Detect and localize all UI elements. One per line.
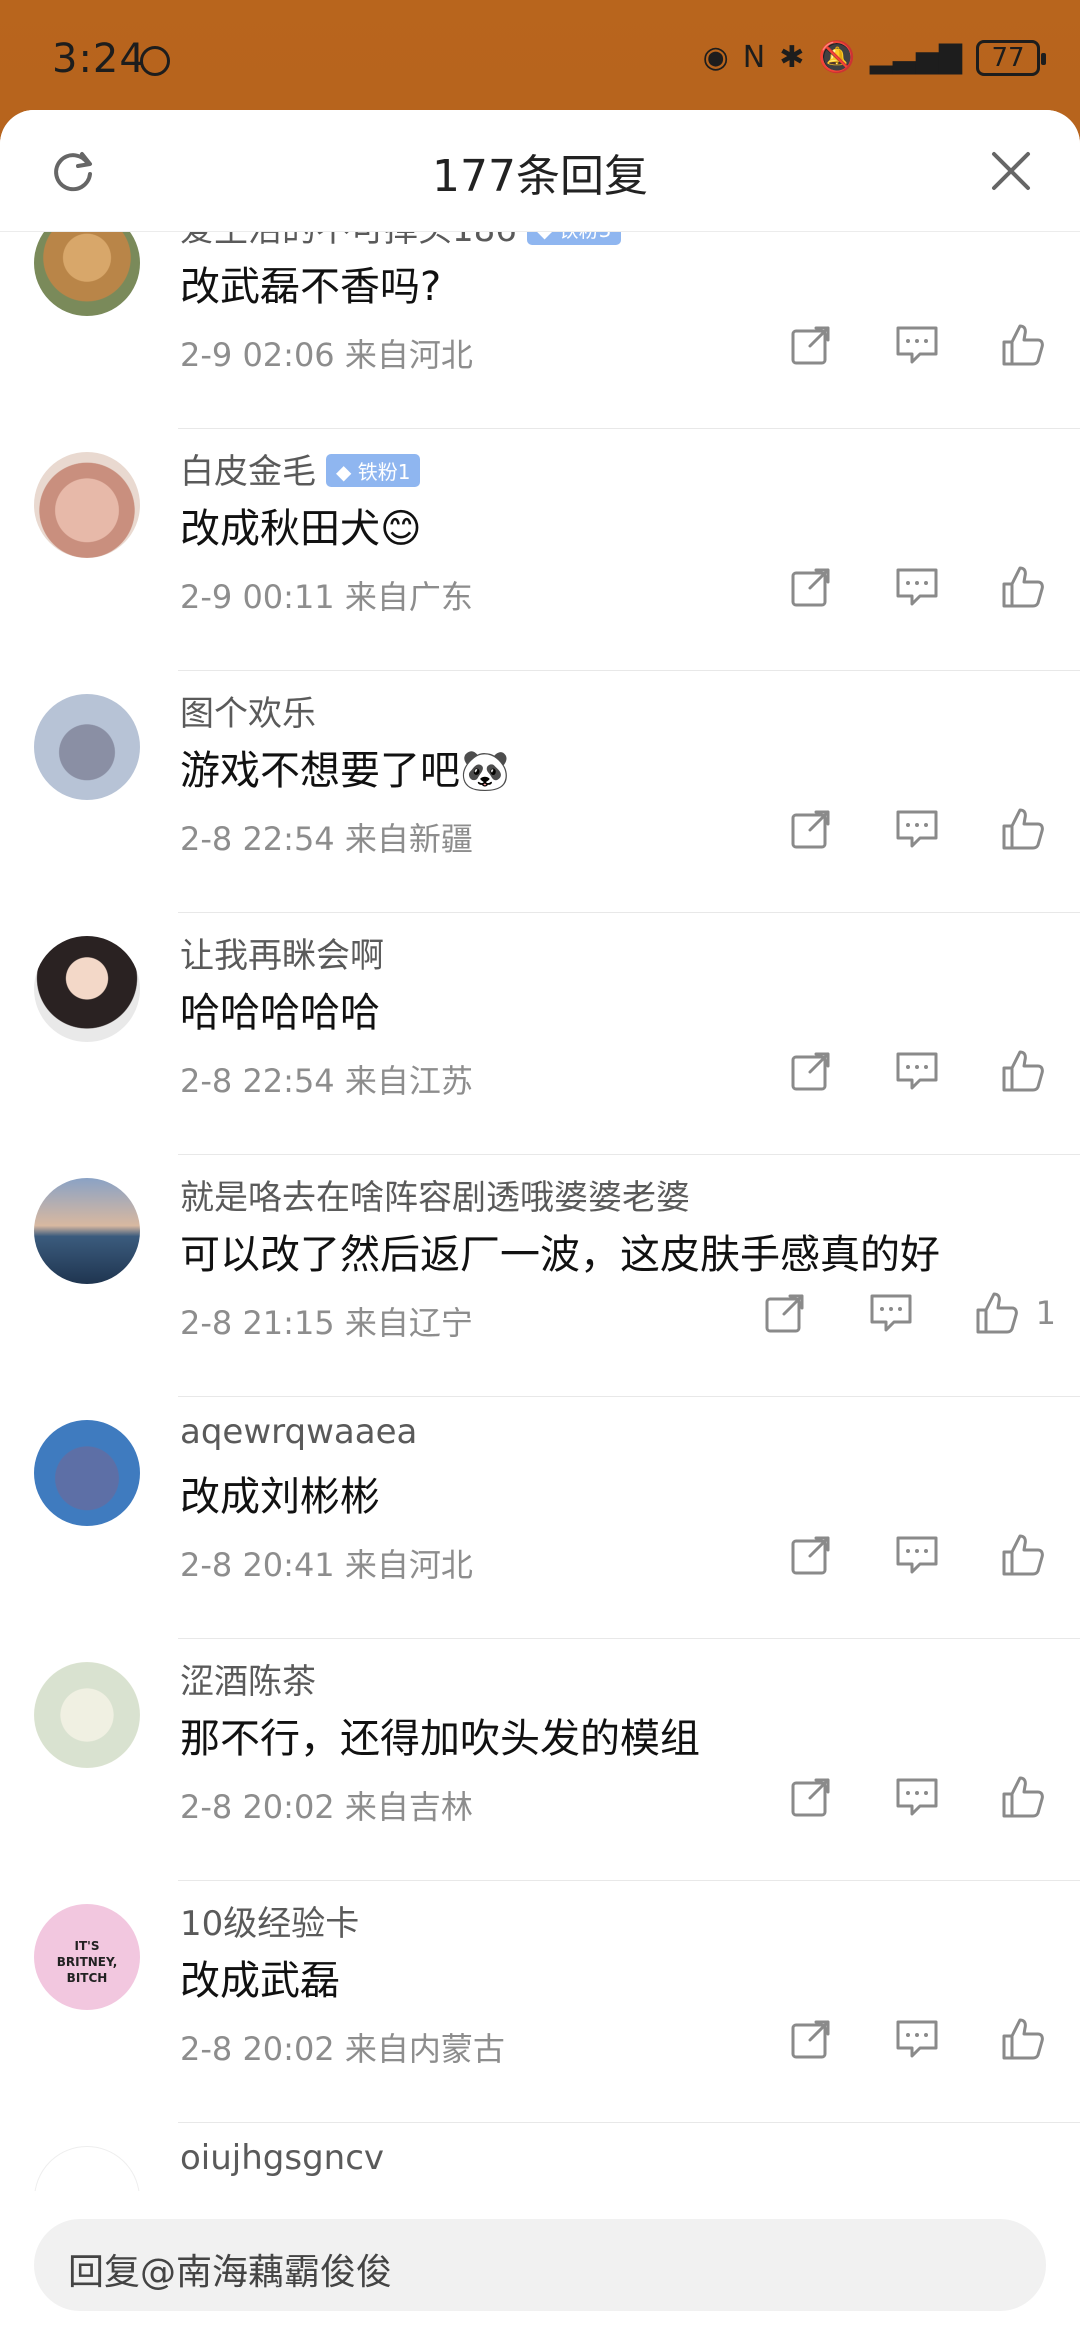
comment-text: 改成武磊 bbox=[180, 1958, 340, 2004]
close-icon[interactable] bbox=[988, 148, 1034, 194]
comment-text: 游戏不想要了吧🐼 bbox=[180, 748, 510, 794]
divider bbox=[178, 428, 1080, 429]
comment-text: 那不行，还得加吹头发的模组 bbox=[180, 1716, 700, 1762]
comment-meta: 2-9 00:11 来自广东 bbox=[180, 578, 473, 616]
signal-icon: ▂▃▅▇ bbox=[869, 40, 962, 75]
share-icon[interactable] bbox=[788, 322, 834, 368]
comment-icon[interactable] bbox=[894, 806, 940, 852]
comment-meta: 2-8 22:54 来自江苏 bbox=[180, 1062, 473, 1100]
comment-text: 改武磊不香吗? bbox=[180, 264, 442, 310]
like-icon[interactable] bbox=[1000, 1774, 1046, 1820]
like-icon[interactable] bbox=[974, 1290, 1020, 1336]
divider bbox=[178, 1638, 1080, 1639]
comment-actions bbox=[788, 564, 1046, 610]
status-time: 3:24 bbox=[52, 36, 146, 82]
avatar[interactable] bbox=[34, 1420, 140, 1526]
comment-text: 哈哈哈哈哈 bbox=[180, 990, 380, 1036]
share-icon[interactable] bbox=[788, 1532, 834, 1578]
comment-text: 改成秋田犬😊 bbox=[180, 506, 422, 552]
comment-text: 可以改了然后返厂一波，这皮肤手感真的好 bbox=[180, 1232, 940, 1278]
comment-icon[interactable] bbox=[894, 1048, 940, 1094]
share-icon[interactable] bbox=[788, 806, 834, 852]
share-icon[interactable] bbox=[788, 1048, 834, 1094]
comment-meta: 2-8 20:02 来自内蒙古 bbox=[180, 2030, 505, 2068]
comment-icon[interactable] bbox=[894, 1532, 940, 1578]
comment-username[interactable]: 涩酒陈茶 bbox=[180, 1654, 316, 1703]
divider bbox=[178, 1154, 1080, 1155]
comment-item[interactable]: 就是咯去在啥阵容剧透哦婆婆老婆 可以改了然后返厂一波，这皮肤手感真的好 2-8 21… bbox=[0, 1178, 1080, 1420]
bluetooth-icon: ✱ bbox=[779, 40, 805, 75]
comment-actions bbox=[788, 2016, 1046, 2062]
avatar[interactable]: IT'S BRITNEY, BITCH bbox=[34, 1904, 140, 2010]
share-icon[interactable] bbox=[788, 1774, 834, 1820]
like-icon[interactable] bbox=[1000, 2016, 1046, 2062]
comment-username[interactable]: 10级经验卡 bbox=[180, 1896, 359, 1945]
divider bbox=[178, 912, 1080, 913]
comment-actions bbox=[788, 1532, 1046, 1578]
comment-actions bbox=[788, 806, 1046, 852]
status-extra-icon bbox=[140, 46, 170, 76]
comment-icon[interactable] bbox=[868, 1290, 914, 1336]
comment-username[interactable]: 让我再眯会啊 bbox=[180, 928, 384, 977]
like-icon[interactable] bbox=[1000, 564, 1046, 610]
eye-icon: ◉ bbox=[702, 40, 729, 75]
avatar-text: IT'S BRITNEY, BITCH bbox=[56, 1939, 118, 1985]
comment-username[interactable]: aqewrqwaaea bbox=[180, 1412, 417, 1452]
comment-actions: 1 bbox=[762, 1290, 1056, 1336]
divider bbox=[178, 1880, 1080, 1881]
comment-item[interactable]: 白皮金毛 ◆ 铁粉1 改成秋田犬😊 2-9 00:11 来自广东 bbox=[0, 452, 1080, 694]
mute-icon: 🔕 bbox=[818, 40, 856, 75]
like-icon[interactable] bbox=[1000, 806, 1046, 852]
like-icon[interactable] bbox=[1000, 1048, 1046, 1094]
comment-item[interactable]: aqewrqwaaea 改成刘彬彬 2-8 20:41 来自河北 bbox=[0, 1412, 1080, 1662]
status-icons: ◉ N ✱ 🔕 ▂▃▅▇ 77 bbox=[702, 40, 1046, 76]
like-icon[interactable] bbox=[1000, 322, 1046, 368]
nfc-icon: N bbox=[742, 40, 766, 75]
avatar[interactable] bbox=[34, 936, 140, 1042]
like-icon[interactable] bbox=[1000, 1532, 1046, 1578]
battery-icon: 77 bbox=[976, 40, 1046, 76]
replies-sheet: 177条回复 爱生活的不可掉头186◆ 铁粉3改武磊不香吗?2-9 02:06 … bbox=[0, 110, 1080, 2331]
comment-username[interactable]: 图个欢乐 bbox=[180, 686, 316, 735]
comment-actions bbox=[788, 1774, 1046, 1820]
comment-actions bbox=[788, 322, 1046, 368]
comment-username[interactable]: 就是咯去在啥阵容剧透哦婆婆老婆 bbox=[180, 1170, 690, 1219]
comment-item[interactable]: 图个欢乐 游戏不想要了吧🐼 2-8 22:54 来自新疆 bbox=[0, 694, 1080, 936]
comment-item[interactable]: 让我再眯会啊 哈哈哈哈哈 2-8 22:54 来自江苏 bbox=[0, 936, 1080, 1178]
like-count: 1 bbox=[1035, 1294, 1056, 1332]
divider bbox=[178, 1396, 1080, 1397]
comment-meta: 2-8 21:15 来自辽宁 bbox=[180, 1304, 473, 1342]
comment-item[interactable]: IT'S BRITNEY, BITCH 10级经验卡 改成武磊 2-8 20:02 来… bbox=[0, 1904, 1080, 2146]
status-bar: 3:24 ◉ N ✱ 🔕 ▂▃▅▇ 77 bbox=[0, 0, 1080, 120]
comment-username[interactable]: oiujhgsgncv bbox=[180, 2138, 384, 2178]
comment-meta: 2-8 22:54 来自新疆 bbox=[180, 820, 473, 858]
share-icon[interactable] bbox=[788, 2016, 834, 2062]
sheet-header: 177条回复 bbox=[0, 110, 1080, 232]
comment-username[interactable]: 白皮金毛 ◆ 铁粉1 bbox=[180, 444, 421, 493]
comment-icon[interactable] bbox=[894, 322, 940, 368]
share-icon[interactable] bbox=[762, 1290, 808, 1336]
avatar[interactable] bbox=[34, 1662, 140, 1768]
divider bbox=[178, 670, 1080, 671]
reply-input[interactable]: 回复@南海藕霸俊俊 bbox=[34, 2219, 1046, 2311]
comment-text: 改成刘彬彬 bbox=[180, 1474, 380, 1520]
comment-meta: 2-8 20:41 来自河北 bbox=[180, 1546, 473, 1584]
comment-item[interactable]: 涩酒陈茶 那不行，还得加吹头发的模组 2-8 20:02 来自吉林 bbox=[0, 1662, 1080, 1904]
comment-icon[interactable] bbox=[894, 1774, 940, 1820]
divider bbox=[178, 2122, 1080, 2123]
avatar[interactable] bbox=[34, 452, 140, 558]
comment-icon[interactable] bbox=[894, 564, 940, 610]
share-icon[interactable] bbox=[788, 564, 834, 610]
comment-actions bbox=[788, 1048, 1046, 1094]
comment-meta: 2-8 20:02 来自吉林 bbox=[180, 1788, 473, 1826]
comment-meta: 2-9 02:06 来自河北 bbox=[180, 336, 473, 374]
fan-badge: ◆ 铁粉1 bbox=[326, 454, 421, 487]
avatar[interactable] bbox=[34, 694, 140, 800]
reply-placeholder: 回复@南海藕霸俊俊 bbox=[68, 2252, 393, 2293]
page-title: 177条回复 bbox=[432, 151, 648, 202]
comment-icon[interactable] bbox=[894, 2016, 940, 2062]
avatar[interactable] bbox=[34, 1178, 140, 1284]
comment-item[interactable]: 爱生活的不可掉头186◆ 铁粉3改武磊不香吗?2-9 02:06 来自河北 bbox=[0, 210, 1080, 452]
